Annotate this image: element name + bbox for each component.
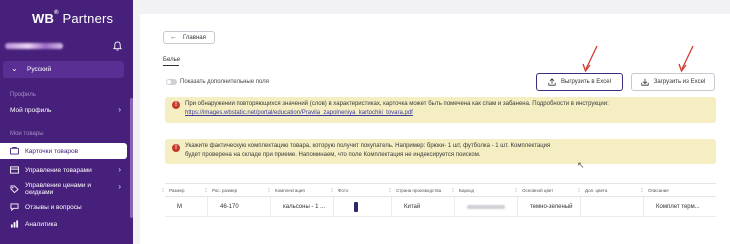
completeness-notice: ! Укажите фактическую комплектацию товар… xyxy=(165,139,716,164)
chat-icon xyxy=(10,203,19,211)
chart-icon xyxy=(10,220,19,228)
arrow-left-icon: ← xyxy=(170,34,177,41)
instruction-link[interactable]: https://images.wbstatic.net/portal/educa… xyxy=(185,110,413,116)
chevron-right-icon: › xyxy=(118,182,121,191)
header-label: Доп. цвета xyxy=(585,187,608,193)
drag-handle-icon[interactable]: ⁝ xyxy=(205,187,207,194)
header-label: Комплектация xyxy=(275,187,305,193)
language-label: Русский xyxy=(27,66,52,73)
tab-category[interactable]: Белье xyxy=(163,57,180,63)
drag-handle-icon[interactable]: ⁝ xyxy=(641,187,643,194)
sidebar-item-product-cards[interactable]: Карточки товаров xyxy=(0,143,127,159)
logo-product: Partners xyxy=(62,11,114,26)
notice-body: При обнаружении повторяющихся значений (… xyxy=(185,101,609,107)
header-label: Фото xyxy=(338,187,349,193)
header-label: Описание xyxy=(648,187,669,193)
sidebar-item-label: Управление товарами xyxy=(25,166,92,174)
export-excel-button[interactable]: Выгрузить в Excel xyxy=(536,73,623,91)
drag-handle-icon[interactable]: ⁝ xyxy=(162,187,164,194)
section-title-profile: Профиль xyxy=(10,92,36,98)
sidebar-item-analytics[interactable]: Аналитика xyxy=(0,216,133,232)
import-excel-button[interactable]: Загрузить из Excel xyxy=(631,73,715,91)
warning-icon: ! xyxy=(172,144,180,152)
download-icon xyxy=(641,78,649,86)
sidebar-item-label: Аналитика xyxy=(25,220,58,228)
product-table: ⁝ Размер ⁝ Рос. размер ⁝ Комплектация ⁝ Фото… xyxy=(162,183,716,217)
cell-photo[interactable] xyxy=(334,197,392,216)
spam-warning-notice: ! При обнаружении повторяющихся значений… xyxy=(165,97,716,123)
notice-text: При обнаружении повторяющихся значений (… xyxy=(185,100,704,118)
sidebar-item-goods-management[interactable]: Управление товарами › xyxy=(0,162,133,178)
tab-underline xyxy=(163,65,179,66)
account-name-blurred[interactable] xyxy=(5,43,63,49)
sidebar-scrollbar[interactable] xyxy=(130,98,133,218)
column-header-main-color[interactable]: ⁝ Основной цвет xyxy=(515,184,581,196)
sidebar-item-reviews[interactable]: Отзывы и вопросы xyxy=(0,199,133,215)
toggle-label: Показать дополнительные поля xyxy=(180,79,269,85)
cell-extra-colors[interactable] xyxy=(581,197,644,216)
cell-country[interactable]: Китай xyxy=(392,197,455,216)
drag-handle-icon[interactable]: ⁝ xyxy=(389,187,391,194)
cards-icon xyxy=(10,147,19,155)
column-header-size[interactable]: ⁝ Размер xyxy=(162,184,208,196)
header-label: Основной цвет xyxy=(522,187,554,193)
sidebar-item-label: Отзывы и вопросы xyxy=(25,203,82,211)
sidebar-item-label: Карточки товаров xyxy=(25,147,79,155)
column-header-country[interactable]: ⁝ Страна производства xyxy=(389,184,455,196)
sidebar-item-my-profile[interactable]: Мой профиль › xyxy=(0,102,133,118)
column-header-photo[interactable]: ⁝ Фото xyxy=(331,184,392,196)
header-label: Рос. размер xyxy=(212,187,238,193)
sidebar-item-label: Мой профиль xyxy=(10,106,52,114)
cell-description[interactable]: Комплет терм... xyxy=(644,197,716,216)
mouse-cursor-icon: ↖ xyxy=(577,160,585,170)
drag-handle-icon[interactable]: ⁝ xyxy=(331,187,333,194)
tag-icon xyxy=(10,185,19,193)
drag-handle-icon[interactable]: ⁝ xyxy=(268,187,270,194)
cell-ru-size[interactable]: 46-170 xyxy=(208,197,271,216)
box-icon xyxy=(10,166,19,174)
upload-icon xyxy=(548,78,556,86)
chevron-right-icon: › xyxy=(118,165,121,174)
header-label: Размер xyxy=(169,187,185,193)
back-to-home-button[interactable]: ← Главная xyxy=(163,31,215,44)
drag-handle-icon[interactable]: ⁝ xyxy=(515,187,517,194)
annotation-arrow-icon xyxy=(582,45,598,73)
logo-brand: WB xyxy=(32,11,55,26)
warning-icon: ! xyxy=(172,101,180,109)
sidebar-item-label: Управление ценами и скидками xyxy=(25,182,91,196)
table-header: ⁝ Размер ⁝ Рос. размер ⁝ Комплектация ⁝ Фото… xyxy=(162,183,716,197)
chevron-right-icon: › xyxy=(118,105,121,114)
drag-handle-icon[interactable]: ⁝ xyxy=(578,187,580,194)
barcode-blurred xyxy=(467,204,505,209)
column-header-barcode[interactable]: ⁝ Баркод xyxy=(452,184,518,196)
column-header-description[interactable]: ⁝ Описание xyxy=(641,184,716,196)
export-button-label: Выгрузить в Excel xyxy=(561,79,611,85)
cell-set[interactable]: кальсоны - 1 ... xyxy=(271,197,334,216)
logo-registered-mark: ® xyxy=(54,10,59,16)
cell-barcode[interactable] xyxy=(455,197,518,216)
section-title-goods: Мои товары xyxy=(10,131,44,137)
column-header-set[interactable]: ⁝ Комплектация xyxy=(268,184,334,196)
header-label: Страна производства xyxy=(396,187,442,193)
wb-partners-logo[interactable]: WB® Partners xyxy=(32,10,114,26)
column-header-ru-size[interactable]: ⁝ Рос. размер xyxy=(205,184,271,196)
bell-icon[interactable] xyxy=(113,41,122,51)
column-header-extra-colors[interactable]: ⁝ Доп. цвета xyxy=(578,184,644,196)
cell-size[interactable]: М xyxy=(165,197,208,216)
sidebar-item-price-management[interactable]: Управление ценами и скидками › xyxy=(0,180,133,198)
sidebar: WB® Partners ⌄ Русский Профиль Мой профи… xyxy=(0,0,133,244)
header-label: Баркод xyxy=(459,187,475,193)
product-photo-thumbnail[interactable] xyxy=(354,201,358,212)
drag-handle-icon[interactable]: ⁝ xyxy=(452,187,454,194)
notice-text: Укажите фактическую комплектацию товара,… xyxy=(185,143,551,158)
table-row[interactable]: М 46-170 кальсоны - 1 ... Китай темно-зе… xyxy=(165,197,716,217)
import-button-label: Загрузить из Excel xyxy=(653,79,706,85)
cell-main-color[interactable]: темно-зеленый xyxy=(518,197,581,216)
language-selector[interactable]: ⌄ Русский xyxy=(3,61,124,78)
chevron-down-icon: ⌄ xyxy=(11,64,18,73)
back-button-label: Главная xyxy=(183,34,206,41)
annotation-arrow-icon xyxy=(678,45,694,73)
extra-fields-toggle[interactable] xyxy=(166,79,177,85)
